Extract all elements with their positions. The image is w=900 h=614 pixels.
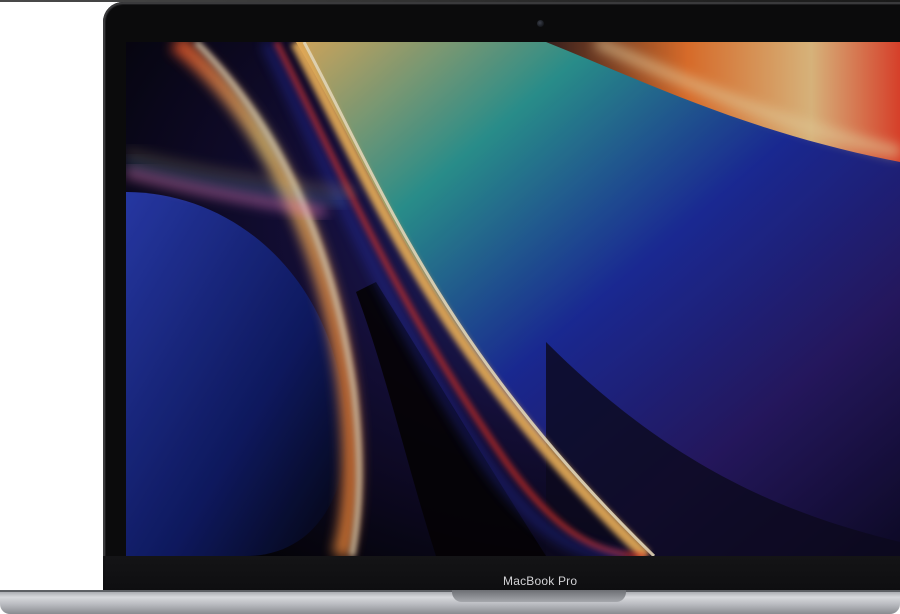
brand-label: MacBook Pro: [503, 574, 578, 588]
wallpaper-image: [126, 42, 900, 556]
webcam-icon: [537, 20, 544, 27]
base-edge: [0, 590, 900, 592]
laptop-chin: [103, 556, 900, 592]
product-photo: MacBook Pro: [0, 0, 900, 614]
opening-notch: [452, 590, 626, 602]
laptop-base: [0, 590, 900, 614]
laptop-screen: [126, 42, 900, 556]
